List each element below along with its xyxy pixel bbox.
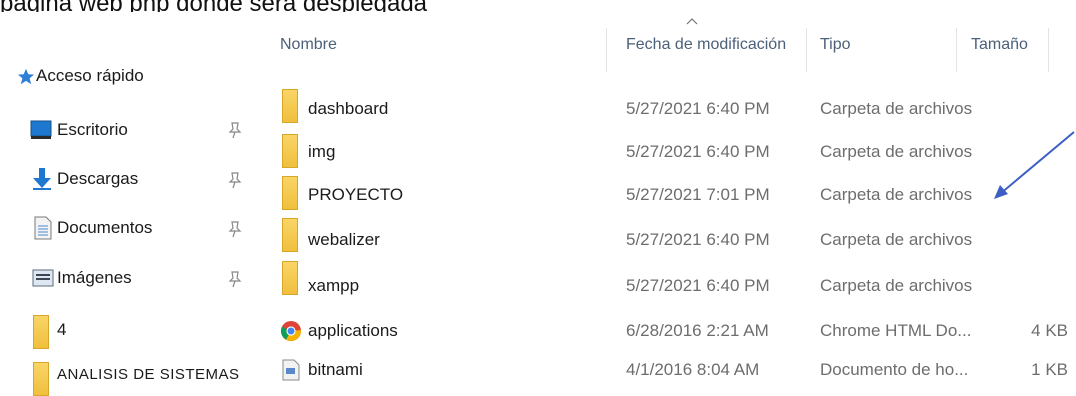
navigation-pane: Acceso rápido Escritorio Descargas Docum… [0, 0, 255, 396]
nav-item-imagenes[interactable]: Imágenes [0, 262, 250, 294]
column-divider[interactable] [956, 28, 957, 72]
table-row[interactable]: xampp 5/27/2021 6:40 PM Carpeta de archi… [268, 261, 1076, 297]
nav-item-label: 4 [57, 320, 67, 339]
nav-quick-access-label: Acceso rápido [36, 66, 144, 85]
nav-item-label: Imágenes [57, 268, 132, 287]
file-date: 5/27/2021 6:40 PM [626, 276, 770, 295]
nav-item-label: ANALISIS DE SISTEMAS [57, 366, 240, 383]
file-name: bitnami [308, 360, 363, 379]
column-size[interactable]: Tamaño [971, 36, 1028, 54]
folder-icon [282, 218, 298, 252]
file-type: Carpeta de archivos [820, 142, 973, 161]
pin-icon[interactable] [228, 121, 242, 139]
nav-item-descargas[interactable]: Descargas [0, 163, 250, 195]
file-name: dashboard [308, 99, 389, 118]
file-date: 5/27/2021 6:40 PM [626, 142, 770, 161]
file-name: xampp [308, 276, 360, 295]
table-row[interactable]: bitnami 4/1/2016 8:04 AM Documento de ho… [268, 356, 1076, 389]
folder-icon [33, 362, 49, 396]
table-row[interactable]: webalizer 5/27/2021 6:40 PM Carpeta de a… [268, 218, 1076, 253]
column-divider[interactable] [1048, 28, 1049, 72]
file-size: 4 KB [1031, 321, 1068, 340]
column-divider[interactable] [806, 28, 807, 72]
column-name[interactable]: Nombre [280, 36, 337, 54]
star-icon [17, 68, 35, 86]
column-divider[interactable] [606, 28, 607, 72]
table-row[interactable]: dashboard 5/27/2021 6:40 PM Carpeta de a… [268, 89, 1076, 123]
pin-icon[interactable] [228, 220, 242, 238]
folder-icon [282, 89, 298, 123]
nav-item-documentos[interactable]: Documentos [0, 212, 250, 244]
table-row[interactable]: img 5/27/2021 6:40 PM Carpeta de archivo… [268, 134, 1076, 169]
table-row[interactable]: PROYECTO 5/27/2021 7:01 PM Carpeta de ar… [268, 176, 1076, 211]
folder-icon [282, 134, 298, 168]
file-date: 4/1/2016 8:04 AM [626, 360, 760, 379]
file-type: Carpeta de archivos [820, 99, 973, 118]
file-type: Chrome HTML Do... [820, 321, 972, 340]
column-type[interactable]: Tipo [820, 36, 851, 54]
file-name: webalizer [308, 230, 380, 249]
file-date: 5/27/2021 7:01 PM [626, 185, 770, 204]
table-row[interactable]: applications 6/28/2016 2:21 AM Chrome HT… [268, 316, 1076, 349]
document-icon [34, 216, 52, 240]
file-name: img [308, 142, 336, 161]
folder-icon [282, 176, 298, 210]
file-name: PROYECTO [308, 185, 404, 204]
nav-item-escritorio[interactable]: Escritorio [0, 114, 250, 146]
annotation-arrow [994, 131, 1075, 199]
picture-icon [32, 269, 54, 287]
pin-icon[interactable] [228, 270, 242, 288]
file-type: Carpeta de archivos [820, 230, 973, 249]
nav-item-folder-4[interactable]: 4 [0, 313, 250, 349]
css-file-icon [282, 359, 304, 386]
column-header: Nombre Fecha de modificación Tipo Tamaño [268, 18, 1076, 72]
file-date: 5/27/2021 6:40 PM [626, 230, 770, 249]
file-type: Documento de ho... [820, 360, 969, 379]
desktop-icon [30, 120, 52, 140]
nav-quick-access[interactable]: Acceso rápido [0, 60, 250, 92]
nav-item-label: Descargas [57, 169, 139, 188]
nav-item-analisis-de-sistemas[interactable]: ANALISIS DE SISTEMAS [0, 362, 250, 396]
file-size: 1 KB [1031, 360, 1068, 379]
file-name: applications [308, 321, 398, 340]
download-icon [32, 167, 52, 191]
folder-icon [282, 261, 298, 295]
folder-icon [33, 315, 49, 349]
nav-item-label: Documentos [57, 218, 153, 237]
sort-ascending-icon [686, 18, 698, 25]
file-date: 6/28/2016 2:21 AM [626, 321, 769, 340]
nav-item-label: Escritorio [57, 120, 128, 139]
file-date: 5/27/2021 6:40 PM [626, 99, 770, 118]
column-date[interactable]: Fecha de modificación [626, 36, 786, 54]
pin-icon[interactable] [228, 171, 242, 189]
chrome-icon [280, 320, 302, 347]
file-type: Carpeta de archivos [820, 185, 973, 204]
file-type: Carpeta de archivos [820, 276, 973, 295]
